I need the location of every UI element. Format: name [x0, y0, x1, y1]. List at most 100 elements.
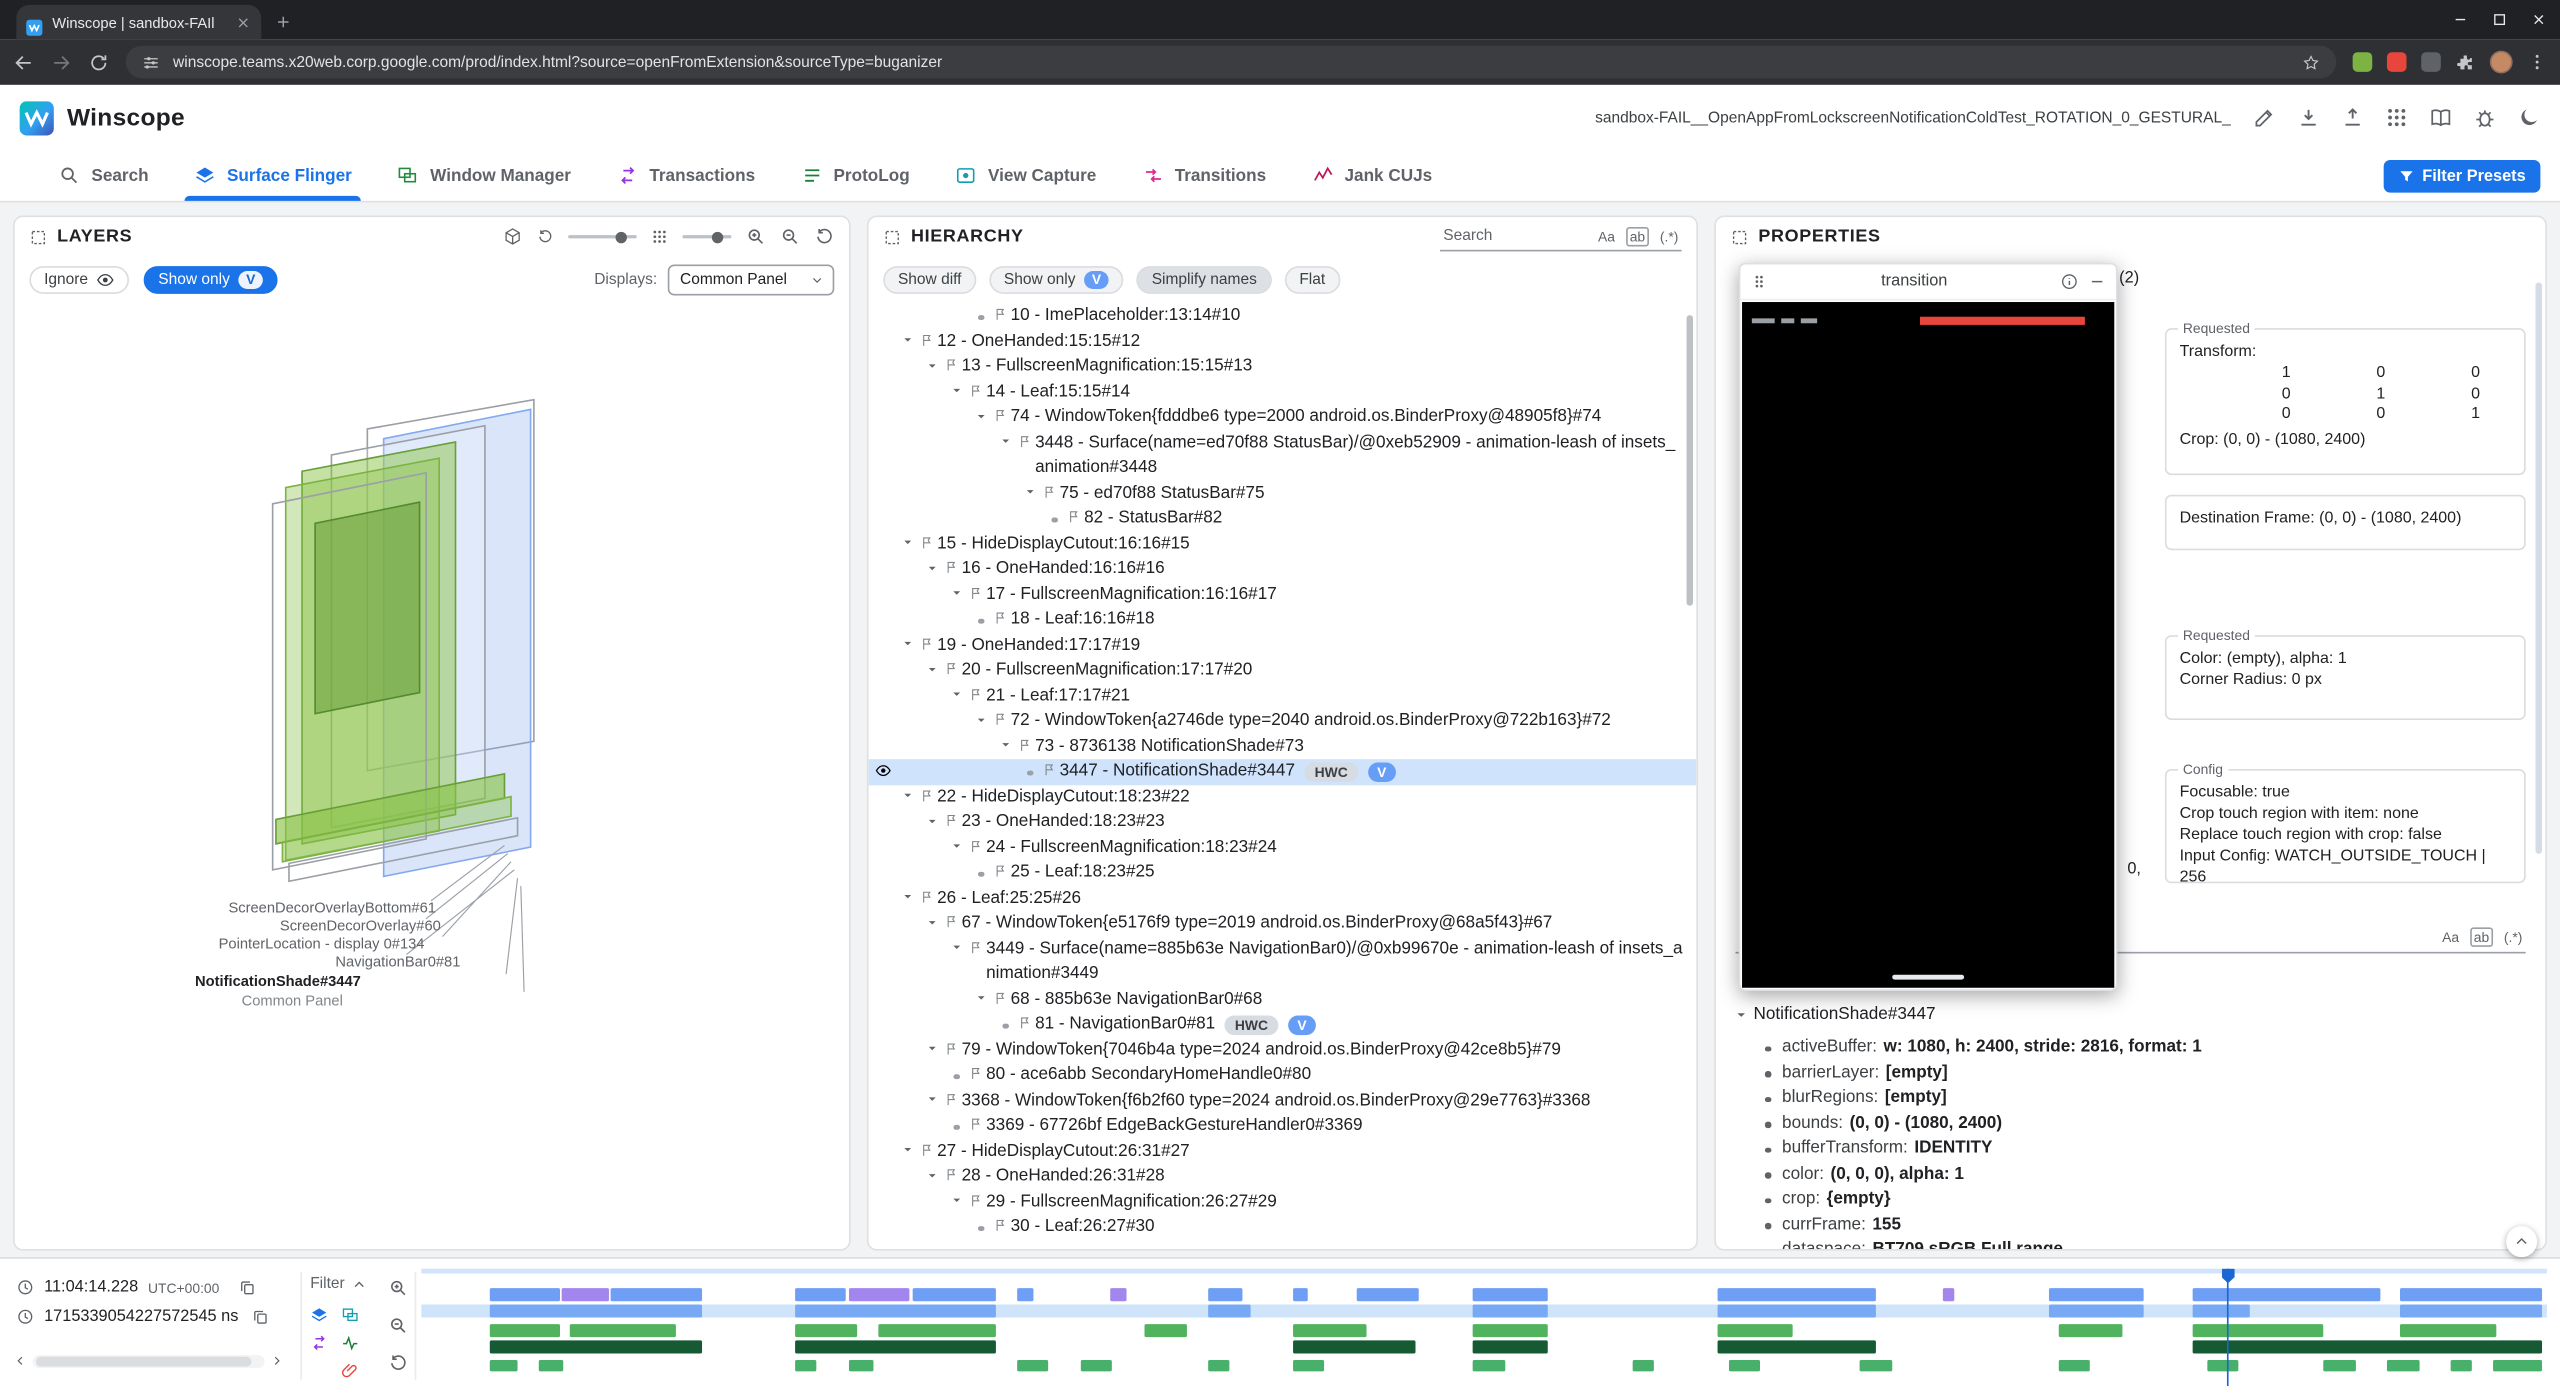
- pin-flag-icon[interactable]: [942, 911, 962, 929]
- collapse-timeline-button[interactable]: [2506, 1226, 2537, 1257]
- flat-toggle[interactable]: Flat: [1285, 265, 1340, 293]
- expand-arrow-icon[interactable]: [971, 709, 991, 728]
- tree-node-label[interactable]: 10 - ImePlaceholder:13:14#10: [1011, 304, 1241, 329]
- tree-node-label[interactable]: 75 - ed70f88 StatusBar#75: [1060, 481, 1265, 506]
- display-select[interactable]: Common Panel: [667, 264, 834, 295]
- tree-node-label[interactable]: 19 - OneHanded:17:17#19: [937, 633, 1140, 658]
- expand-arrow-icon[interactable]: [947, 936, 967, 955]
- trace-entry-segment[interactable]: [795, 1340, 995, 1353]
- tree-row[interactable]: 3447 - NotificationShade#3447HWCV: [869, 759, 1697, 784]
- spacing-slider[interactable]: [682, 235, 731, 238]
- timeline-scrollbar[interactable]: [13, 1350, 284, 1371]
- trace-entry-segment[interactable]: [1860, 1360, 1892, 1371]
- tree-row[interactable]: 30 - Leaf:26:27#30: [869, 1215, 1697, 1240]
- tree-node-label[interactable]: 29 - FullscreenMagnification:26:27#29: [986, 1189, 1277, 1214]
- extension-icon-green[interactable]: [2353, 52, 2373, 72]
- back-button[interactable]: [13, 51, 34, 72]
- expand-arrow-icon[interactable]: [1732, 1005, 1750, 1023]
- trace-entry-segment[interactable]: [1473, 1288, 1547, 1301]
- pin-flag-icon[interactable]: [918, 1139, 938, 1157]
- expand-arrow-icon[interactable]: [922, 810, 942, 829]
- copy-icon[interactable]: [251, 1308, 269, 1326]
- tree-row[interactable]: 72 - WindowToken{a2746de type=2040 andro…: [869, 709, 1697, 734]
- pin-flag-icon[interactable]: [991, 860, 1011, 878]
- window-minimize-button[interactable]: [2452, 11, 2468, 27]
- layer-label[interactable]: NavigationBar0#81: [335, 953, 460, 969]
- expand-arrow-icon[interactable]: [922, 1088, 942, 1107]
- trace-entry-segment[interactable]: [1208, 1360, 1229, 1371]
- trace-entry-segment[interactable]: [1718, 1324, 1792, 1337]
- tree-row[interactable]: 3369 - 67726bf EdgeBackGestureHandler0#3…: [869, 1113, 1697, 1138]
- window-maximize-button[interactable]: [2491, 11, 2507, 27]
- trace-entry-segment[interactable]: [795, 1324, 857, 1337]
- properties-root-node[interactable]: NotificationShade#3447: [1732, 1004, 1935, 1024]
- regex-icon[interactable]: (.*): [2504, 929, 2523, 945]
- pin-flag-icon[interactable]: [942, 658, 962, 676]
- tree-node-label[interactable]: 15 - HideDisplayCutout:16:16#15: [937, 531, 1190, 556]
- trace-entry-segment[interactable]: [1473, 1324, 1547, 1337]
- transactions-trace-icon[interactable]: [310, 1334, 328, 1352]
- trace-entry-segment[interactable]: [2400, 1304, 2542, 1317]
- tree-row[interactable]: 27 - HideDisplayCutout:26:31#27: [869, 1139, 1697, 1164]
- trace-entry-segment[interactable]: [2050, 1304, 2144, 1317]
- trace-entry-segment[interactable]: [795, 1360, 816, 1371]
- pin-flag-icon[interactable]: [991, 607, 1011, 625]
- trace-entry-segment[interactable]: [1718, 1340, 1875, 1353]
- timeline-zoom-reset-icon[interactable]: [389, 1353, 409, 1373]
- extension-icon-red[interactable]: [2387, 52, 2407, 72]
- tree-row[interactable]: 21 - Leaf:17:17#21: [869, 683, 1697, 708]
- trace-entry-segment[interactable]: [1473, 1360, 1505, 1371]
- bookmark-star-icon[interactable]: [2302, 53, 2320, 71]
- trace-entry-segment[interactable]: [1144, 1324, 1187, 1337]
- tab-close-icon[interactable]: [235, 14, 251, 30]
- tree-node-label[interactable]: 20 - FullscreenMagnification:17:17#20: [962, 658, 1253, 683]
- collapse-filter-icon[interactable]: [351, 1276, 367, 1292]
- expand-arrow-icon[interactable]: [947, 835, 967, 854]
- report-bug-icon[interactable]: [2473, 106, 2496, 129]
- hierarchy-scrollbar[interactable]: [1687, 315, 1694, 606]
- site-settings-icon[interactable]: [142, 53, 160, 71]
- trace-entry-segment[interactable]: [489, 1340, 702, 1353]
- properties-scrollbar[interactable]: [2536, 282, 2543, 853]
- match-case-icon[interactable]: Aa: [1598, 228, 1615, 244]
- property-item[interactable]: crop:{empty}: [1765, 1189, 2536, 1214]
- tree-node-label[interactable]: 30 - Leaf:26:27#30: [1011, 1215, 1155, 1240]
- panel-drag-icon[interactable]: [883, 228, 901, 246]
- expand-arrow-icon[interactable]: [922, 911, 942, 930]
- trace-entry-segment[interactable]: [1729, 1360, 1761, 1371]
- tree-row[interactable]: 73 - 8736138 NotificationShade#73: [869, 734, 1697, 759]
- transition-window-titlebar[interactable]: transition: [1740, 264, 2116, 300]
- zoom-in-icon[interactable]: [746, 227, 766, 247]
- panel-drag-icon[interactable]: [29, 228, 47, 246]
- tab-search[interactable]: Search: [36, 150, 172, 201]
- hierarchy-tree[interactable]: 10 - ImePlaceholder:13:14#1012 - OneHand…: [869, 302, 1697, 1249]
- tree-node-label[interactable]: 23 - OneHanded:18:23#23: [962, 810, 1165, 835]
- scrollbar-thumb[interactable]: [36, 1356, 252, 1366]
- trace-entry-segment[interactable]: [2058, 1360, 2090, 1371]
- trace-entry-segment[interactable]: [1718, 1304, 1875, 1317]
- upload-icon[interactable]: [2341, 106, 2364, 129]
- trace-entry-segment[interactable]: [489, 1360, 517, 1371]
- pin-flag-icon[interactable]: [942, 354, 962, 372]
- profile-avatar[interactable]: [2490, 51, 2513, 74]
- tree-node-label[interactable]: 17 - FullscreenMagnification:16:16#17: [986, 582, 1277, 607]
- tree-row[interactable]: 81 - NavigationBar0#81HWCV: [869, 1012, 1697, 1037]
- screen-recording-icon[interactable]: [341, 1362, 359, 1380]
- pin-flag-icon[interactable]: [942, 1038, 962, 1056]
- tree-row[interactable]: 28 - OneHanded:26:31#28: [869, 1164, 1697, 1189]
- tree-row[interactable]: 13 - FullscreenMagnification:15:15#13: [869, 354, 1697, 379]
- expand-arrow-icon[interactable]: [922, 658, 942, 677]
- tree-row[interactable]: 16 - OneHanded:16:16#16: [869, 557, 1697, 582]
- pin-flag-icon[interactable]: [1016, 1012, 1036, 1030]
- trace-entry-segment[interactable]: [538, 1360, 563, 1371]
- property-item[interactable]: barrierLayer:[empty]: [1765, 1062, 2536, 1087]
- pin-flag-icon[interactable]: [967, 683, 987, 701]
- pin-flag-icon[interactable]: [967, 1189, 987, 1207]
- trace-entry-segment[interactable]: [795, 1304, 995, 1317]
- tree-row[interactable]: 25 - Leaf:18:23#25: [869, 860, 1697, 885]
- expand-arrow-icon[interactable]: [898, 633, 918, 652]
- dark-mode-icon[interactable]: [2518, 106, 2541, 129]
- tree-node-label[interactable]: 14 - Leaf:15:15#14: [986, 380, 1130, 405]
- trace-entry-segment[interactable]: [1110, 1288, 1127, 1301]
- expand-arrow-icon[interactable]: [898, 784, 918, 803]
